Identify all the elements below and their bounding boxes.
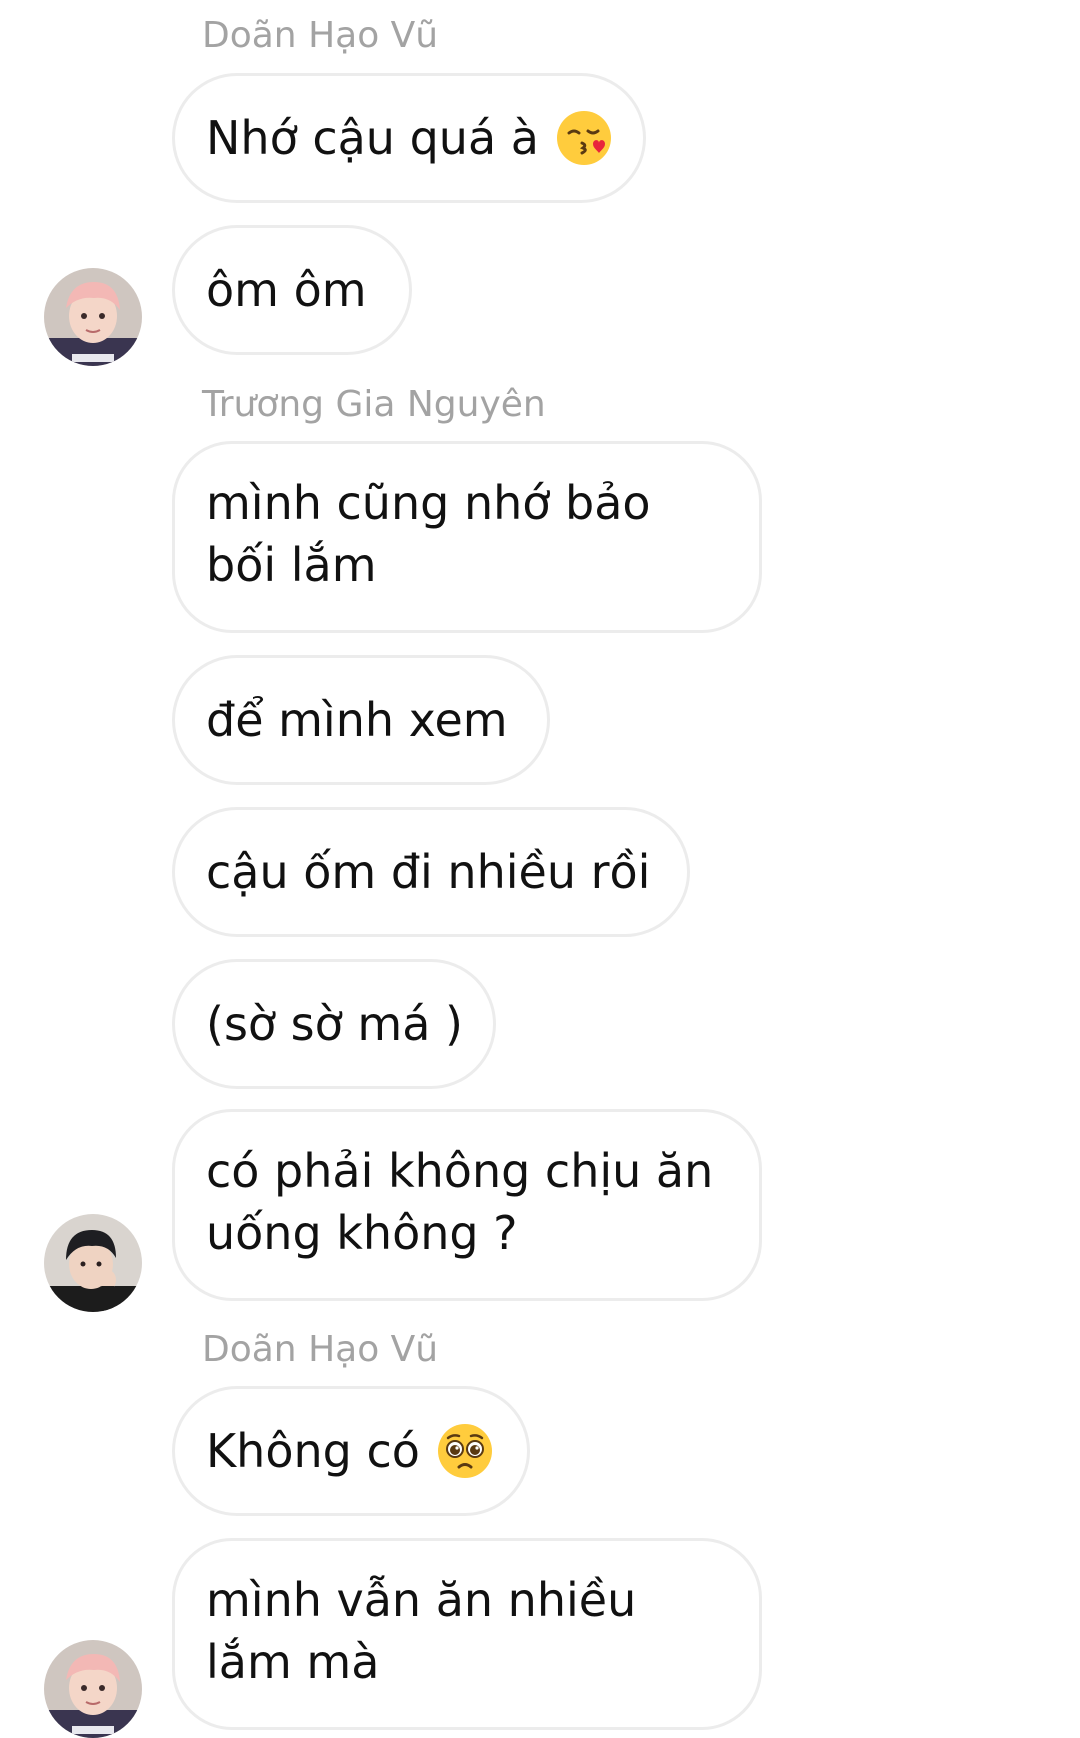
avatar[interactable] <box>44 1640 142 1738</box>
message-text: mình cũng nhớ bảo bối lắm <box>206 476 651 592</box>
message-bubble[interactable]: ôm ôm <box>172 225 412 355</box>
sender-name: Doãn Hạo Vũ <box>202 15 439 56</box>
message-bubble[interactable]: mình vẫn ăn nhiều lắm mà <box>172 1538 762 1730</box>
message-bubble[interactable]: Nhớ cậu quá à <box>172 73 646 203</box>
chat-thread: Doãn Hạo Vũ Nhớ cậu quá à ôm ôm Trương G… <box>0 0 1080 1738</box>
message-text: Nhớ cậu quá à <box>206 111 539 165</box>
message-bubble[interactable]: để mình xem <box>172 655 550 785</box>
message-text: Không có <box>206 1424 420 1478</box>
avatar[interactable] <box>44 1214 142 1312</box>
message-text: để mình xem <box>206 693 508 747</box>
message-bubble[interactable]: có phải không chịu ăn uống không ? <box>172 1109 762 1301</box>
sender-name: Trương Gia Nguyên <box>202 384 546 425</box>
message-text: (sờ sờ má ) <box>206 997 463 1051</box>
avatar[interactable] <box>44 268 142 366</box>
message-text: có phải không chịu ăn uống không ? <box>206 1144 714 1260</box>
sender-name: Doãn Hạo Vũ <box>202 1329 439 1370</box>
message-text: ôm ôm <box>206 263 367 317</box>
pleading-face-icon <box>436 1422 494 1480</box>
message-bubble[interactable]: mình cũng nhớ bảo bối lắm <box>172 441 762 633</box>
message-text: cậu ốm đi nhiều rồi <box>206 845 651 899</box>
message-bubble[interactable]: (sờ sờ má ) <box>172 959 496 1089</box>
kissing-face-with-heart-icon <box>555 109 613 167</box>
message-bubble[interactable]: Không có <box>172 1386 530 1516</box>
message-bubble[interactable]: cậu ốm đi nhiều rồi <box>172 807 690 937</box>
message-text: mình vẫn ăn nhiều lắm mà <box>206 1573 637 1689</box>
